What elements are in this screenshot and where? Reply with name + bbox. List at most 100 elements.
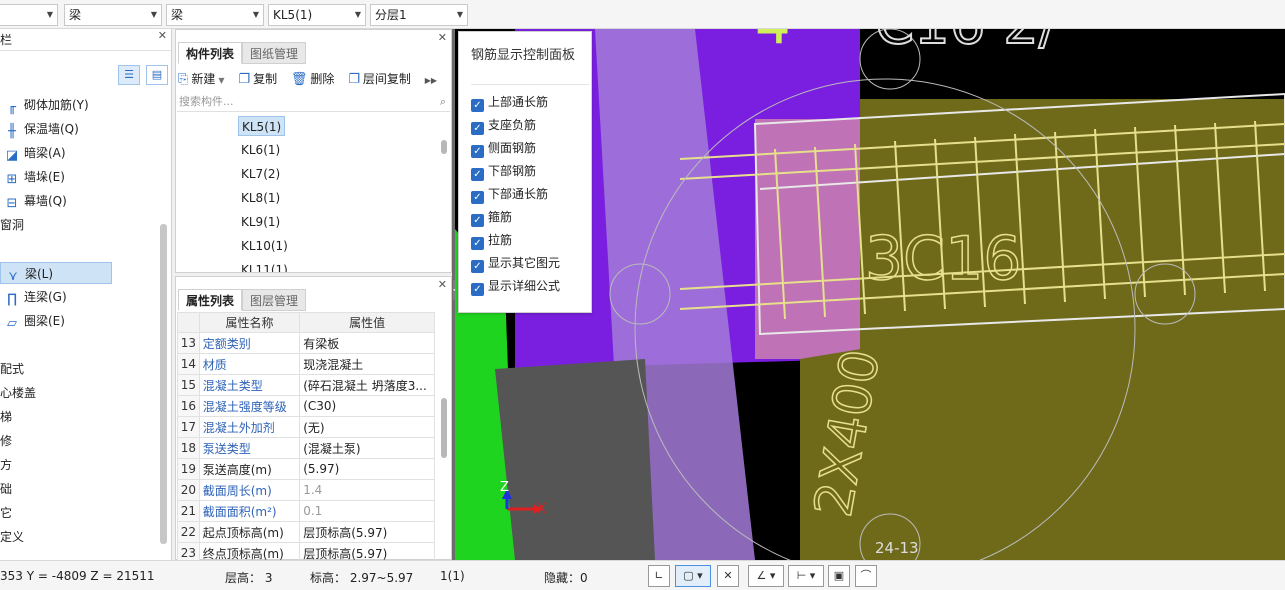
rebar-option-checkbox[interactable]: ✓ 支座负筋	[471, 114, 589, 137]
checkbox-checked-icon[interactable]: ✓	[471, 168, 484, 181]
component-search-input[interactable]: 搜索构件... ⌕	[177, 92, 450, 112]
nav-group-earthwork[interactable]: 方	[0, 454, 12, 476]
new-icon: ⎘	[178, 72, 189, 87]
scrollbar[interactable]	[160, 224, 167, 544]
nav-group-other[interactable]: 它	[0, 502, 12, 524]
nav-item-curtain-wall[interactable]: ⊟ 幕墙(Q)	[0, 190, 67, 212]
new-button[interactable]: ⎘ 新建 ▼	[178, 68, 225, 90]
copy-between-floors-button[interactable]: ❐ 层间复制	[348, 68, 411, 90]
table-row[interactable]: 17 混凝土外加剂 (无)	[177, 416, 435, 438]
table-row[interactable]: 22 起点顶标高(m) 层顶标高(5.97)	[177, 521, 435, 543]
table-row[interactable]: 16 混凝土强度等级 (C30)	[177, 395, 435, 417]
layer-combo[interactable]: 分层1 ▼	[370, 4, 468, 26]
delete-button[interactable]: 🗑 删除	[291, 68, 335, 90]
nav-group-hollow-floor[interactable]: 心楼盖	[0, 382, 36, 404]
nav-item-wall-pier[interactable]: ⊞ 墙垛(E)	[0, 166, 65, 188]
floor-combo[interactable]: ▼	[0, 4, 58, 26]
nav-group-prefab[interactable]: 配式	[0, 358, 24, 380]
checkbox-checked-icon[interactable]: ✓	[471, 145, 484, 158]
table-row[interactable]: 20 截面周长(m) 1.4	[177, 479, 435, 501]
rebar-option-checkbox[interactable]: ✓ 拉筋	[471, 229, 589, 252]
nav-group-finish[interactable]: 修	[0, 430, 12, 452]
rebar-options: ✓ 上部通长筋 ✓ 支座负筋 ✓ 侧面钢筋 ✓ 下部钢筋 ✓ 下部通长筋 ✓ 箍筋 ✓ 拉筋 ✓ 显示其它图元…	[471, 84, 589, 298]
close-icon[interactable]: ✕	[438, 278, 447, 292]
close-icon[interactable]: ✕	[158, 29, 167, 43]
property-name: 截面周长(m)	[198, 479, 301, 501]
property-value[interactable]: 有梁板	[299, 332, 435, 354]
category-combo[interactable]: 梁 ▼	[64, 4, 162, 26]
dynamic-input-icon[interactable]: ▣	[828, 565, 850, 587]
list-view-icon[interactable]: ☰	[118, 65, 140, 85]
checkbox-checked-icon[interactable]: ✓	[471, 191, 484, 204]
cross-snap-icon[interactable]: ✕	[717, 565, 739, 587]
table-row[interactable]: 21 截面面积(m²) 0.1	[177, 500, 435, 522]
list-item[interactable]: KL9(1)	[238, 212, 283, 232]
checkbox-checked-icon[interactable]: ✓	[471, 214, 484, 227]
list-item[interactable]: KL6(1)	[238, 140, 283, 160]
type-combo[interactable]: 梁 ▼	[166, 4, 264, 26]
property-value[interactable]: 1.4	[299, 479, 435, 501]
list-item[interactable]: KL7(2)	[238, 164, 283, 184]
property-value[interactable]: (碎石混凝土 坍落度3...	[299, 374, 435, 396]
table-row[interactable]: 19 泵送高度(m) (5.97)	[177, 458, 435, 480]
nav-group-custom[interactable]: 定义	[0, 526, 24, 548]
rebar-option-label: 下部钢筋	[488, 164, 537, 178]
masonry-rebar-icon: ╓	[8, 100, 16, 115]
scrollbar[interactable]	[441, 398, 447, 458]
nav-item-hidden-beam[interactable]: ◪ 暗梁(A)	[0, 142, 66, 164]
orthogonal-snap-icon[interactable]: ∟	[648, 565, 670, 587]
property-value[interactable]: (C30)	[299, 395, 435, 417]
table-row[interactable]: 15 混凝土类型 (碎石混凝土 坍落度3...	[177, 374, 435, 396]
row-number: 19	[177, 458, 200, 480]
beam-end-face	[755, 119, 860, 359]
checkbox-checked-icon[interactable]: ✓	[471, 122, 484, 135]
nav-item-link-beam[interactable]: ∏ 连梁(G)	[0, 286, 67, 308]
rebar-option-checkbox[interactable]: ✓ 箍筋	[471, 206, 589, 229]
rebar-option-checkbox[interactable]: ✓ 显示详细公式	[471, 275, 589, 298]
table-row[interactable]: 18 泵送类型 (混凝土泵)	[177, 437, 435, 459]
list-item[interactable]: KL8(1)	[238, 188, 283, 208]
close-icon[interactable]: ✕	[438, 31, 447, 45]
property-value[interactable]: 现浇混凝土	[299, 353, 435, 375]
scrollbar[interactable]	[441, 140, 447, 154]
rebar-option-checkbox[interactable]: ✓ 上部通长筋	[471, 91, 589, 114]
nav-group-stairs[interactable]: 梯	[0, 406, 12, 428]
checkbox-checked-icon[interactable]: ✓	[471, 237, 484, 250]
rebar-option-checkbox[interactable]: ✓ 侧面钢筋	[471, 137, 589, 160]
table-row[interactable]: 14 材质 现浇混凝土	[177, 353, 435, 375]
checkbox-checked-icon[interactable]: ✓	[471, 283, 484, 296]
tab-component-list[interactable]: 构件列表	[178, 42, 243, 64]
tab-property-list[interactable]: 属性列表	[178, 289, 243, 311]
property-value[interactable]: (5.97)	[299, 458, 435, 480]
checkbox-checked-icon[interactable]: ✓	[471, 99, 484, 112]
offset-snap-icon[interactable]: ⊢ ▾	[788, 565, 824, 587]
property-value[interactable]: (混凝土泵)	[299, 437, 435, 459]
property-value[interactable]: 层顶标高(5.97)	[299, 521, 435, 543]
list-item[interactable]: KL10(1)	[238, 236, 291, 256]
rebar-option-checkbox[interactable]: ✓ 显示其它图元	[471, 252, 589, 275]
hidden-beam-icon: ◪	[5, 148, 19, 163]
detail-view-icon[interactable]: ▤	[146, 65, 168, 85]
nav-item-masonry-rebar[interactable]: ╓ 砌体加筋(Y)	[0, 94, 89, 116]
nav-item-ring-beam[interactable]: ▱ 圈梁(E)	[0, 310, 65, 332]
list-item[interactable]: KL5(1)	[238, 116, 286, 136]
nav-item-insulation-wall[interactable]: ╫ 保温墙(Q)	[0, 118, 79, 140]
rebar-option-checkbox[interactable]: ✓ 下部钢筋	[471, 160, 589, 183]
more-icon[interactable]: ▶▶	[425, 76, 437, 85]
nav-item-beam[interactable]: ⋎ 梁(L)	[0, 262, 112, 284]
arc-tool-icon[interactable]: ⌒	[855, 565, 877, 587]
tab-drawing-management[interactable]: 图纸管理	[242, 42, 307, 64]
property-value[interactable]: (无)	[299, 416, 435, 438]
rebar-option-checkbox[interactable]: ✓ 下部通长筋	[471, 183, 589, 206]
angle-snap-icon[interactable]: ∠ ▾	[748, 565, 784, 587]
nav-group-opening[interactable]: 窗洞	[0, 214, 24, 236]
property-value[interactable]: 0.1	[299, 500, 435, 522]
tab-layer-management[interactable]: 图层管理	[242, 289, 307, 311]
checkbox-checked-icon[interactable]: ✓	[471, 260, 484, 273]
nav-group-foundation[interactable]: 础	[0, 478, 12, 500]
object-snap-icon[interactable]: ▢ ▾	[675, 565, 711, 587]
list-item[interactable]: KL11(1)	[238, 260, 291, 272]
table-row[interactable]: 13 定额类别 有梁板	[177, 332, 435, 354]
component-combo[interactable]: KL5(1) ▼	[268, 4, 366, 26]
copy-button[interactable]: ❐ 复制	[238, 68, 277, 90]
